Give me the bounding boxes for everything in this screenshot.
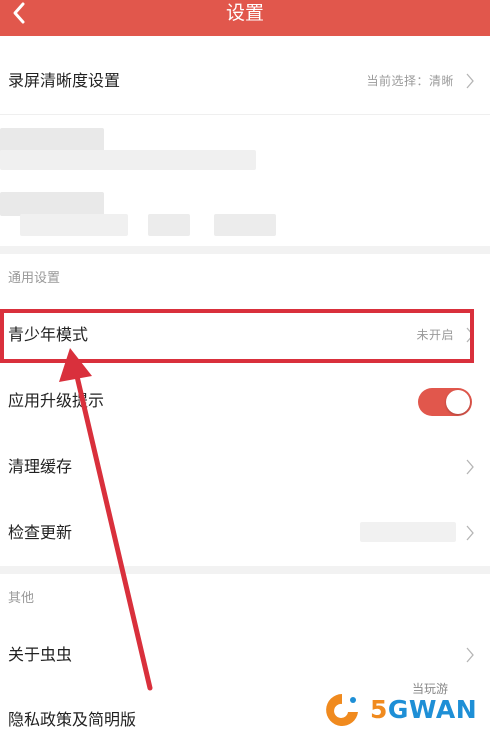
title-bar: 设置 bbox=[0, 0, 490, 36]
upgrade-prompt-label: 应用升级提示 bbox=[8, 391, 105, 410]
chevron-right-icon bbox=[466, 459, 474, 475]
section-gap bbox=[0, 566, 490, 574]
section-gap bbox=[0, 246, 490, 254]
section-header-general: 通用设置 bbox=[0, 254, 490, 304]
redacted-block bbox=[214, 214, 276, 236]
chevron-right-icon bbox=[466, 327, 474, 343]
youth-mode-row[interactable]: 青少年模式 未开启 bbox=[0, 302, 490, 368]
chevron-right-icon bbox=[466, 73, 474, 89]
watermark-text: 5GWAN bbox=[370, 695, 478, 724]
section-title-general: 通用设置 bbox=[8, 271, 61, 286]
watermark-swirl-icon bbox=[326, 694, 358, 726]
upgrade-prompt-toggle[interactable] bbox=[418, 388, 472, 416]
privacy-label: 隐私政策及简明版 bbox=[8, 710, 137, 729]
recording-quality-value: 当前选择：清晰 bbox=[366, 74, 454, 88]
recording-quality-label: 录屏清晰度设置 bbox=[8, 71, 121, 90]
redacted-version bbox=[360, 522, 456, 542]
divider bbox=[0, 114, 490, 115]
redacted-block bbox=[0, 150, 256, 170]
check-update-row[interactable]: 检查更新 bbox=[0, 500, 490, 566]
check-update-label: 检查更新 bbox=[8, 523, 73, 542]
redacted-block bbox=[0, 192, 104, 216]
upgrade-prompt-row: 应用升级提示 bbox=[0, 368, 490, 434]
recording-quality-row[interactable]: 录屏清晰度设置 当前选择：清晰 bbox=[0, 48, 490, 114]
page-title: 设置 bbox=[225, 2, 264, 24]
section-title-other: 其他 bbox=[8, 591, 35, 606]
chevron-right-icon bbox=[466, 647, 474, 663]
redacted-block bbox=[0, 128, 104, 152]
about-row[interactable]: 关于虫虫 bbox=[0, 622, 490, 688]
clear-cache-label: 清理缓存 bbox=[8, 457, 73, 476]
redacted-block bbox=[20, 214, 128, 236]
clear-cache-row[interactable]: 清理缓存 bbox=[0, 434, 490, 500]
section-header-other: 其他 bbox=[0, 574, 490, 624]
about-label: 关于虫虫 bbox=[8, 645, 73, 664]
chevron-right-icon bbox=[466, 525, 474, 541]
youth-mode-value: 未开启 bbox=[416, 328, 454, 342]
redacted-block bbox=[148, 214, 190, 236]
toggle-knob bbox=[446, 390, 470, 414]
watermark-logo: 当玩游 5GWAN bbox=[318, 682, 490, 732]
youth-mode-label: 青少年模式 bbox=[8, 325, 89, 344]
